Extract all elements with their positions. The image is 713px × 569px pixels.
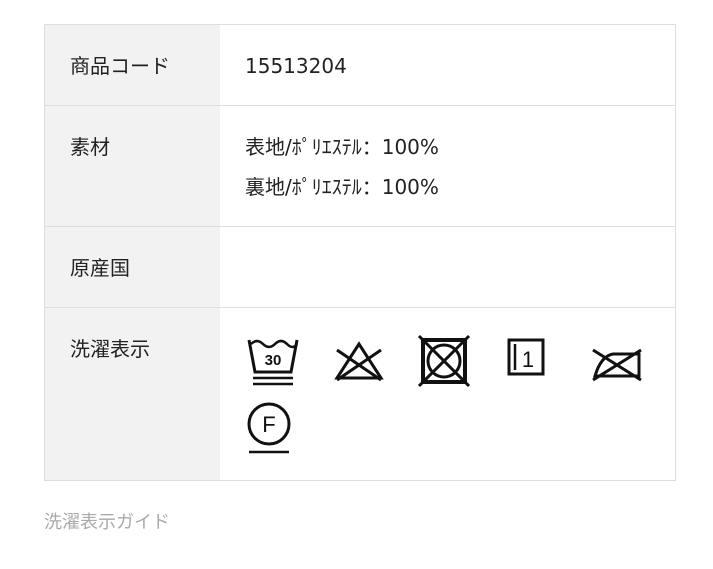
material-line-lining: 裏地/ﾎﾟﾘｴｽﾃﾙ：100% (245, 175, 439, 199)
material-value: 表地/ﾎﾟﾘｴｽﾃﾙ：100% 裏地/ﾎﾟﾘｴｽﾃﾙ：100% (220, 106, 675, 226)
code-value: 15513204 (245, 54, 347, 78)
spec-row-material: 素材 表地/ﾎﾟﾘｴｽﾃﾙ：100% 裏地/ﾎﾟﾘｴｽﾃﾙ：100% (45, 105, 675, 226)
product-spec-table: 商品コード 15513204 素材 表地/ﾎﾟﾘｴｽﾃﾙ：100% 裏地/ﾎﾟﾘ… (44, 24, 676, 481)
wash-value: 30 1 F (220, 308, 675, 480)
drip-dry-number: 1 (522, 347, 534, 372)
spec-row-code: 商品コード 15513204 (45, 25, 675, 105)
wash-30-gentle-icon: 30 (247, 339, 299, 386)
wash-guide-link[interactable]: 洗濯表示ガイド (44, 508, 170, 534)
origin-label: 原産国 (45, 227, 220, 307)
drip-dry-vertical-icon: 1 (507, 338, 545, 376)
spec-row-wash: 洗濯表示 30 1 F (45, 307, 675, 480)
do-not-bleach-icon (334, 341, 384, 382)
code-label: 商品コード (45, 25, 220, 105)
wash-label: 洗濯表示 (45, 308, 220, 480)
spec-row-origin: 原産国 (45, 226, 675, 307)
wash-icons: 30 1 F (245, 334, 665, 466)
wash-temp-text: 30 (265, 352, 282, 369)
material-line-outer: 表地/ﾎﾟﾘｴｽﾃﾙ：100% (245, 135, 439, 159)
dry-clean-letter: F (262, 412, 275, 437)
do-not-tumble-dry-icon (417, 334, 471, 388)
dry-clean-f-icon: F (247, 402, 291, 454)
origin-value (220, 227, 675, 307)
material-label: 素材 (45, 106, 220, 226)
do-not-iron-icon (592, 348, 642, 382)
